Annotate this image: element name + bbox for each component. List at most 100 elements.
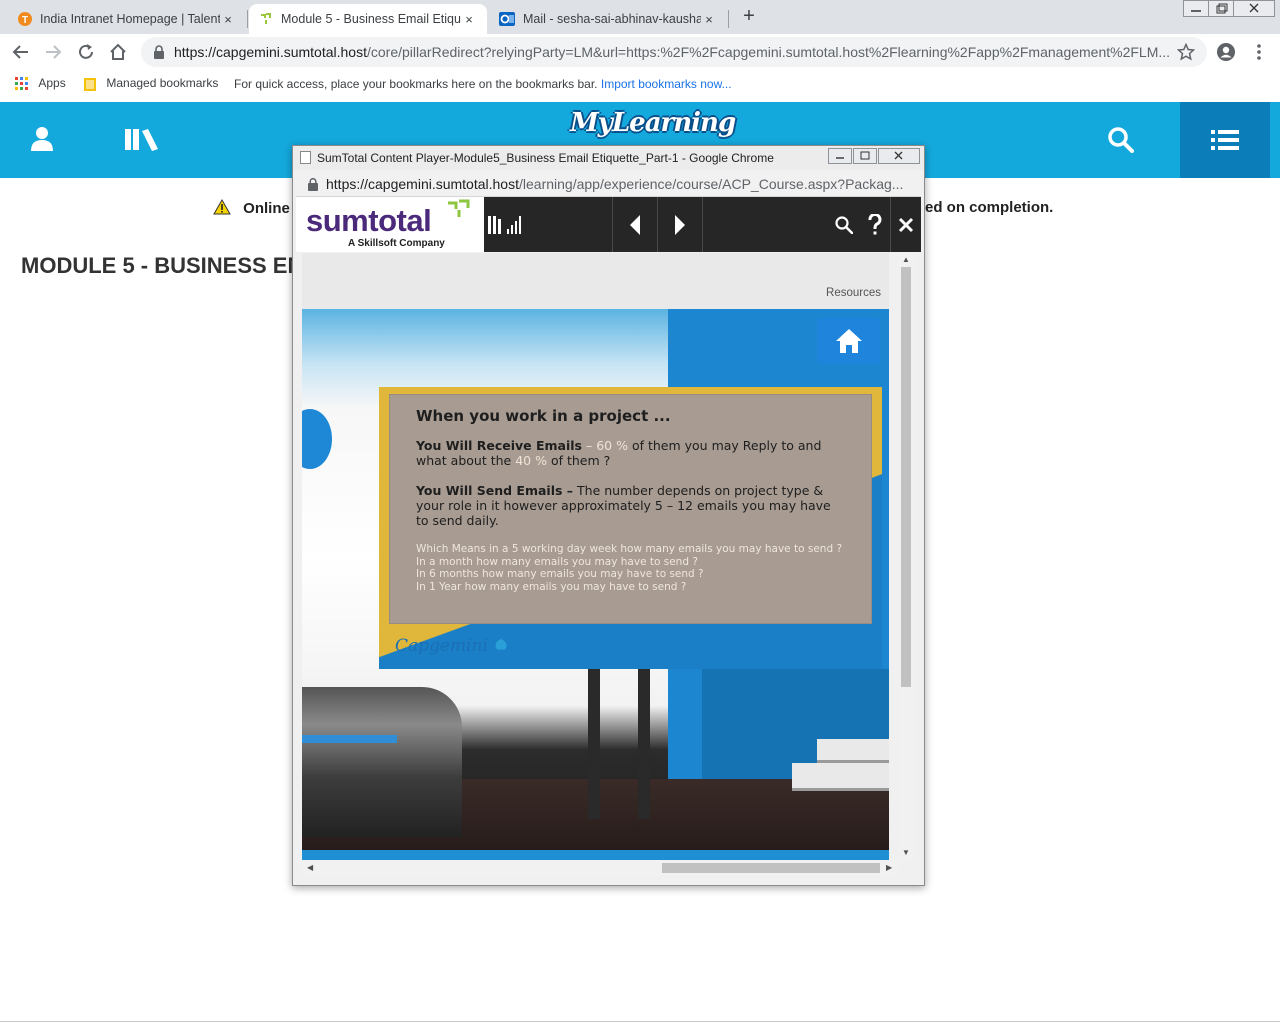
board-stand-leg bbox=[588, 669, 600, 819]
player-toolbar: sumtotal A Skillsoft Company bbox=[296, 197, 921, 252]
receive-emails-paragraph: You Will Receive Emails – 60 % of them y… bbox=[416, 438, 845, 468]
board-stand-leg bbox=[638, 669, 650, 819]
page-divider bbox=[0, 1021, 1280, 1022]
tab-title: India Intranet Homepage | Talent bbox=[40, 12, 220, 26]
search-icon bbox=[1108, 127, 1134, 153]
backdrop-decoration bbox=[302, 409, 332, 469]
contents-chart-icon bbox=[488, 215, 521, 234]
mylearning-logo[interactable]: MyLearning bbox=[570, 108, 736, 138]
question-mark-icon bbox=[868, 213, 882, 234]
slide-home-button[interactable] bbox=[817, 318, 880, 364]
course-slide-stage: When you work in a project ... You Will … bbox=[302, 309, 889, 860]
close-tab-icon[interactable]: × bbox=[701, 12, 717, 27]
talent-favicon-icon: T bbox=[18, 12, 32, 26]
slide-text-panel: When you work in a project ... You Will … bbox=[389, 394, 872, 624]
chrome-menu-button[interactable] bbox=[1248, 41, 1270, 63]
sumtotal-favicon-icon bbox=[261, 13, 271, 24]
search-icon bbox=[835, 215, 853, 234]
popup-minimize-button[interactable] bbox=[828, 148, 852, 164]
reply-percentage: 60 % bbox=[596, 438, 628, 453]
capgemini-logo-text: Capgemini bbox=[395, 636, 488, 656]
backdrop-stair bbox=[792, 763, 889, 791]
module-title: MODULE 5 - BUSINESS EM bbox=[21, 253, 293, 278]
home-icon bbox=[110, 43, 126, 60]
profile-nav-button[interactable] bbox=[30, 126, 54, 157]
arrow-right-icon bbox=[46, 45, 62, 59]
player-search-button[interactable] bbox=[829, 197, 859, 252]
folder-icon bbox=[84, 77, 96, 91]
apps-label: Apps bbox=[38, 76, 66, 90]
sumtotal-logo: sumtotal A Skillsoft Company bbox=[296, 197, 484, 252]
player-close-button[interactable] bbox=[891, 197, 921, 252]
player-help-button[interactable] bbox=[861, 197, 889, 252]
scroll-up-icon[interactable]: ▲ bbox=[902, 255, 910, 264]
header-search-button[interactable] bbox=[1108, 127, 1134, 158]
tab-module5[interactable]: Module 5 - Business Email Etique × bbox=[249, 4, 487, 34]
backdrop-stair bbox=[817, 739, 889, 763]
vertical-dots-icon bbox=[1257, 44, 1261, 60]
restore-window-button[interactable] bbox=[1208, 0, 1234, 17]
home-icon bbox=[835, 329, 862, 353]
user-icon bbox=[31, 127, 53, 151]
capgemini-logo: Capgemini bbox=[395, 636, 509, 656]
home-button[interactable] bbox=[107, 41, 129, 63]
books-icon bbox=[125, 129, 158, 151]
reload-icon bbox=[79, 44, 93, 59]
popup-title-bar[interactable]: SumTotal Content Player-Module5_Business… bbox=[293, 146, 924, 170]
popup-url-host: https://capgemini.sumtotal.host bbox=[326, 175, 519, 192]
new-tab-button[interactable]: + bbox=[738, 5, 760, 27]
slide-question: Which Means in a 5 working day week how … bbox=[416, 543, 843, 555]
scroll-right-icon[interactable]: ▶ bbox=[886, 863, 892, 872]
lock-icon bbox=[154, 45, 164, 59]
next-button[interactable] bbox=[658, 197, 702, 252]
previous-button[interactable] bbox=[613, 197, 657, 252]
browser-toolbar: https://capgemini.sumtotal.host/core/pil… bbox=[0, 34, 1280, 70]
dash-text: – bbox=[582, 438, 597, 453]
star-icon bbox=[1177, 43, 1195, 61]
tab-mail[interactable]: Mail - sesha-sai-abhinav-kaushal × bbox=[489, 4, 727, 34]
receive-text-end: of them ? bbox=[546, 453, 611, 468]
course-content-frame: Resources When you work in a project ... bbox=[302, 253, 889, 860]
vertical-scrollbar[interactable]: ▲ ▼ bbox=[898, 253, 914, 860]
popup-address-bar[interactable]: https://capgemini.sumtotal.host/learning… bbox=[296, 171, 921, 197]
remaining-percentage: 40 % bbox=[515, 453, 547, 468]
popup-close-button[interactable] bbox=[878, 148, 920, 164]
horizontal-scrollbar[interactable]: ◀ ▶ bbox=[302, 860, 898, 876]
arrow-left-icon bbox=[12, 45, 28, 59]
svg-text:T: T bbox=[22, 15, 28, 26]
close-tab-icon[interactable]: × bbox=[220, 12, 236, 27]
managed-bookmarks-folder[interactable]: Managed bookmarks bbox=[83, 76, 218, 91]
horizontal-scroll-thumb[interactable] bbox=[662, 863, 880, 873]
bookmarks-bar: Apps Managed bookmarks For quick access,… bbox=[0, 70, 1280, 98]
account-circle-icon bbox=[1217, 43, 1235, 61]
tab-separator bbox=[247, 10, 248, 28]
close-window-button[interactable] bbox=[1233, 0, 1275, 17]
profile-button[interactable] bbox=[1215, 41, 1237, 63]
bookmark-star-button[interactable] bbox=[1175, 41, 1197, 63]
scroll-down-icon[interactable]: ▼ bbox=[902, 848, 910, 857]
back-button[interactable] bbox=[10, 41, 32, 63]
scroll-left-icon[interactable]: ◀ bbox=[307, 863, 313, 872]
outlook-favicon-icon bbox=[499, 12, 515, 26]
popup-maximize-button[interactable] bbox=[853, 148, 877, 164]
toc-stats-button[interactable] bbox=[484, 197, 526, 252]
minimize-window-button[interactable] bbox=[1183, 0, 1209, 17]
url-host: https://capgemini.sumtotal.host bbox=[174, 44, 367, 60]
import-bookmarks-link[interactable]: Import bookmarks now... bbox=[601, 77, 732, 91]
close-tab-icon[interactable]: × bbox=[461, 12, 477, 27]
backdrop-desk bbox=[302, 687, 462, 837]
send-emails-paragraph: You Will Send Emails – The number depend… bbox=[416, 483, 845, 528]
vertical-scroll-thumb[interactable] bbox=[901, 267, 911, 687]
close-icon bbox=[898, 217, 914, 232]
library-nav-button[interactable] bbox=[124, 127, 160, 156]
backdrop-bottom-strip bbox=[302, 850, 889, 860]
resources-link[interactable]: Resources bbox=[826, 287, 881, 299]
tab-intranet[interactable]: T India Intranet Homepage | Talent × bbox=[8, 4, 246, 34]
slide-question: In 1 Year how many emails you may have t… bbox=[416, 580, 687, 593]
forward-button[interactable] bbox=[42, 41, 64, 63]
tab-separator bbox=[728, 10, 729, 28]
header-menu-button[interactable] bbox=[1180, 102, 1270, 178]
address-bar[interactable]: https://capgemini.sumtotal.host/core/pil… bbox=[141, 37, 1207, 67]
apps-bookmark[interactable]: Apps bbox=[15, 76, 66, 91]
reload-button[interactable] bbox=[75, 41, 97, 63]
